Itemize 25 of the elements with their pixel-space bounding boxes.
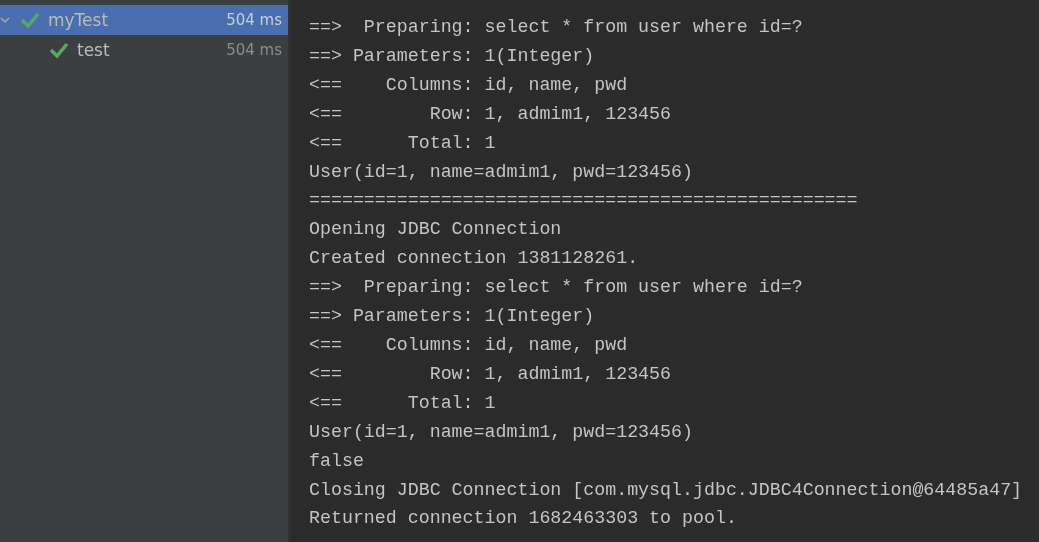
caret-icon[interactable] bbox=[0, 15, 10, 25]
test-duration: 504 ms bbox=[226, 11, 282, 29]
console-line: Returned connection 1682463303 to pool. bbox=[309, 507, 738, 531]
console-line: <== Total: 1 bbox=[309, 391, 497, 415]
console-line: Created connection 1381128261. bbox=[309, 247, 640, 271]
console-line: Closing JDBC Connection [com.mysql.jdbc.JDBC4Connection@64485a47] bbox=[309, 478, 1024, 502]
console-line: ==> Parameters: 1(Integer) bbox=[309, 44, 596, 68]
console-line: Opening JDBC Connection bbox=[309, 218, 563, 242]
console-line: <== Row: 1, admim1, 123456 bbox=[309, 362, 673, 386]
console-line: User(id=1, name=admim1, pwd=123456) bbox=[309, 420, 694, 444]
test-name: myTest bbox=[48, 10, 110, 30]
console-line: ================================================== bbox=[309, 189, 859, 213]
console-line: <== Row: 1, admim1, 123456 bbox=[309, 102, 673, 126]
console-line: ==> Parameters: 1(Integer) bbox=[309, 305, 596, 329]
console-line: User(id=1, name=admim1, pwd=123456) bbox=[309, 160, 694, 184]
console-line: ==> Preparing: select * from user where id=? bbox=[309, 276, 804, 300]
console-line: <== Total: 1 bbox=[309, 131, 497, 155]
test-name: test bbox=[77, 40, 111, 60]
test-duration: 504 ms bbox=[226, 41, 282, 59]
console-line: <== Columns: id, name, pwd bbox=[309, 333, 629, 357]
console-line: <== Columns: id, name, pwd bbox=[309, 73, 629, 97]
console-line: false bbox=[309, 449, 365, 473]
test-tree-item[interactable]: myTest 504 ms bbox=[0, 5, 288, 35]
test-tree-item[interactable]: test 504 ms bbox=[0, 35, 288, 65]
console-line: ==> Preparing: select * from user where id=? bbox=[309, 16, 804, 39]
